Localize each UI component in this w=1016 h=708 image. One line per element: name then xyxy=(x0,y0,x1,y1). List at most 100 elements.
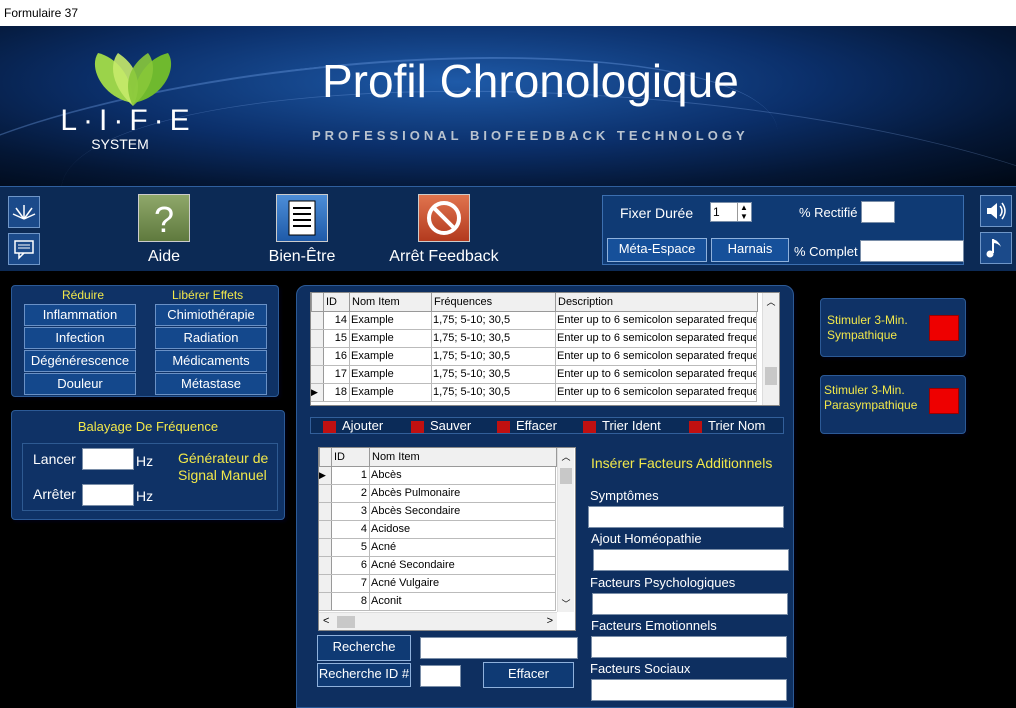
cell-name[interactable]: Example xyxy=(349,366,432,384)
cell-name[interactable]: Example xyxy=(349,384,432,402)
symptoms-field[interactable] xyxy=(588,506,784,528)
psychological-field[interactable] xyxy=(592,593,788,615)
search-input[interactable] xyxy=(420,637,578,659)
release-radiation-button[interactable]: Radiation xyxy=(155,327,267,349)
scroll-thumb[interactable] xyxy=(765,367,777,385)
table-row[interactable]: 17 Example 1,75; 5-10; 30,5 Enter up to 6 s… xyxy=(311,366,762,384)
cell-id[interactable]: 8 xyxy=(331,593,370,611)
stop-frequency-field[interactable] xyxy=(82,484,134,506)
table-row[interactable]: 5 Acné xyxy=(319,539,557,557)
stimulate-sympathetic-indicator[interactable] xyxy=(929,315,959,341)
reduce-infection-button[interactable]: Infection xyxy=(24,327,136,349)
clear-search-button[interactable]: Effacer xyxy=(483,662,574,688)
cell-id[interactable]: 16 xyxy=(323,348,350,366)
cell-frequencies[interactable]: 1,75; 5-10; 30,5 xyxy=(431,384,556,402)
column-header-name[interactable]: Nom Item xyxy=(369,448,557,467)
cell-id[interactable]: 5 xyxy=(331,539,370,557)
cell-name[interactable]: Acné xyxy=(369,539,556,557)
cell-id[interactable]: 4 xyxy=(331,521,370,539)
music-note-icon[interactable] xyxy=(980,232,1012,264)
duration-spinner[interactable]: 1 ▲ ▼ xyxy=(710,202,752,222)
cell-frequencies[interactable]: 1,75; 5-10; 30,5 xyxy=(431,330,556,348)
cell-frequencies[interactable]: 1,75; 5-10; 30,5 xyxy=(431,348,556,366)
table-row[interactable]: ▶ 1 Abcès xyxy=(319,467,557,485)
reduce-inflammation-button[interactable]: Inflammation xyxy=(24,304,136,326)
add-button[interactable]: Ajouter xyxy=(323,418,383,433)
wellbeing-button[interactable]: Bien-Être xyxy=(262,194,342,266)
items-grid-hscrollbar[interactable]: < > xyxy=(319,612,557,630)
frequency-grid[interactable]: ID Nom Item Fréquences Description 14 Exa… xyxy=(310,292,780,406)
table-row[interactable]: 2 Abcès Pulmonaire xyxy=(319,485,557,503)
search-button[interactable]: Recherche xyxy=(317,635,411,661)
scroll-down-icon[interactable]: ﹀ xyxy=(558,597,574,610)
items-grid[interactable]: ID Nom Item ▶ 1 Abcès 2 Abcès Pulmonaire 3 Abc… xyxy=(318,447,576,631)
table-row[interactable]: ▶ 18 Example 1,75; 5-10; 30,5 Enter up to 6 … xyxy=(311,384,762,402)
spark-icon[interactable] xyxy=(8,196,40,228)
cell-id[interactable]: 14 xyxy=(323,312,350,330)
items-grid-vscrollbar[interactable]: ︿ ﹀ xyxy=(557,448,574,612)
table-row[interactable]: 14 Example 1,75; 5-10; 30,5 Enter up to 6 s… xyxy=(311,312,762,330)
search-id-input[interactable] xyxy=(420,665,461,687)
cell-name[interactable]: Acné Vulgaire xyxy=(369,575,556,593)
sort-id-button[interactable]: Trier Ident xyxy=(583,418,661,433)
help-button[interactable]: ? Aide xyxy=(124,194,204,266)
cell-description[interactable]: Enter up to 6 semicolon separated freque… xyxy=(555,312,757,330)
cell-name[interactable]: Abcès Pulmonaire xyxy=(369,485,556,503)
release-medication-button[interactable]: Médicaments xyxy=(155,350,267,372)
cell-description[interactable]: Enter up to 6 semicolon separated freque… xyxy=(555,366,757,384)
social-field[interactable] xyxy=(591,679,787,701)
cell-name[interactable]: Acidose xyxy=(369,521,556,539)
stop-feedback-button[interactable]: Arrêt Feedback xyxy=(384,194,504,266)
cell-id[interactable]: 2 xyxy=(331,485,370,503)
cell-name[interactable]: Abcès Secondaire xyxy=(369,503,556,521)
harness-button[interactable]: Harnais xyxy=(711,238,789,262)
manual-generator-label[interactable]: Générateur de Signal Manuel xyxy=(178,450,272,484)
save-button[interactable]: Sauver xyxy=(411,418,471,433)
emotional-field[interactable] xyxy=(591,636,787,658)
table-row[interactable]: 8 Aconit xyxy=(319,593,557,611)
column-header-frequencies[interactable]: Fréquences xyxy=(431,293,557,312)
sort-name-button[interactable]: Trier Nom xyxy=(689,418,765,433)
cell-frequencies[interactable]: 1,75; 5-10; 30,5 xyxy=(431,366,556,384)
table-row[interactable]: 4 Acidose xyxy=(319,521,557,539)
reduce-degeneration-button[interactable]: Dégénérescence xyxy=(24,350,136,372)
cell-name[interactable]: Example xyxy=(349,348,432,366)
cell-name[interactable]: Acné Secondaire xyxy=(369,557,556,575)
cell-id[interactable]: 3 xyxy=(331,503,370,521)
release-chemo-button[interactable]: Chimiothérapie xyxy=(155,304,267,326)
cell-id[interactable]: 17 xyxy=(323,366,350,384)
top-grid-scrollbar[interactable]: ︿ xyxy=(762,293,779,405)
stimulate-parasympathetic-panel[interactable]: Stimuler 3-Min. Parasympathique xyxy=(820,375,966,434)
chat-icon[interactable] xyxy=(8,233,40,265)
cell-id[interactable]: 15 xyxy=(323,330,350,348)
spinner-arrows-icon[interactable]: ▲ ▼ xyxy=(737,203,750,221)
cell-name[interactable]: Example xyxy=(349,330,432,348)
cell-description[interactable]: Enter up to 6 semicolon separated freque… xyxy=(555,384,757,402)
stimulate-sympathetic-panel[interactable]: Stimuler 3-Min. Sympathique xyxy=(820,298,966,357)
column-header-id[interactable]: ID xyxy=(323,293,351,312)
table-row[interactable]: 6 Acné Secondaire xyxy=(319,557,557,575)
table-row[interactable]: 15 Example 1,75; 5-10; 30,5 Enter up to 6 s… xyxy=(311,330,762,348)
reduce-pain-button[interactable]: Douleur xyxy=(24,373,136,395)
cell-id[interactable]: 18 xyxy=(323,384,350,402)
rectified-field[interactable] xyxy=(861,201,895,223)
scroll-left-icon[interactable]: < xyxy=(323,615,329,627)
speaker-icon[interactable] xyxy=(980,195,1012,227)
cell-description[interactable]: Enter up to 6 semicolon separated freque… xyxy=(555,348,757,366)
cell-name[interactable]: Example xyxy=(349,312,432,330)
cell-name[interactable]: Abcès xyxy=(369,467,556,485)
scroll-thumb[interactable] xyxy=(560,468,572,484)
meta-space-button[interactable]: Méta-Espace xyxy=(607,238,707,262)
column-header-description[interactable]: Description xyxy=(555,293,758,312)
table-row[interactable]: 7 Acné Vulgaire xyxy=(319,575,557,593)
release-metastasis-button[interactable]: Métastase xyxy=(155,373,267,395)
cell-frequencies[interactable]: 1,75; 5-10; 30,5 xyxy=(431,312,556,330)
cell-id[interactable]: 6 xyxy=(331,557,370,575)
scroll-thumb[interactable] xyxy=(337,616,355,628)
stimulate-parasympathetic-indicator[interactable] xyxy=(929,388,959,414)
table-row[interactable]: 3 Abcès Secondaire xyxy=(319,503,557,521)
column-header-name[interactable]: Nom Item xyxy=(349,293,433,312)
cell-id[interactable]: 7 xyxy=(331,575,370,593)
scroll-up-icon[interactable]: ︿ xyxy=(763,295,779,308)
column-header-id[interactable]: ID xyxy=(331,448,371,467)
